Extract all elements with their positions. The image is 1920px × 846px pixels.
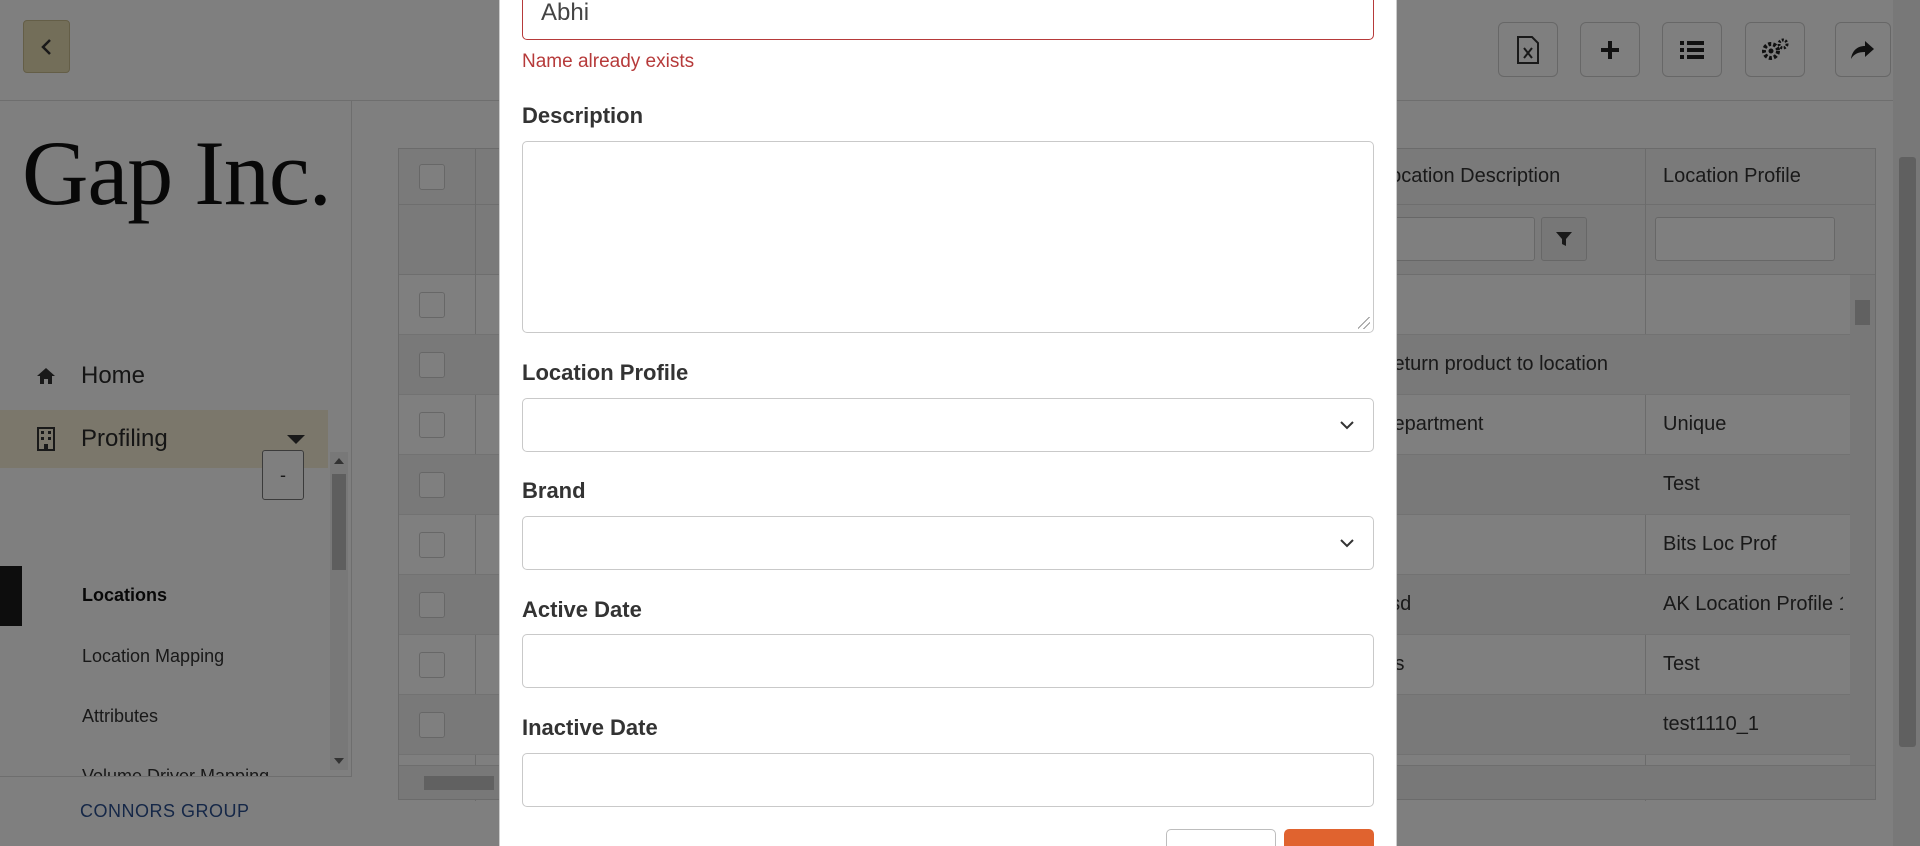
description-label: Description — [522, 103, 644, 128]
location-profile-select[interactable] — [522, 398, 1374, 452]
name-input[interactable]: Abhi — [522, 0, 1374, 40]
chevron-down-icon — [1340, 421, 1354, 430]
brand-select[interactable] — [522, 516, 1374, 570]
location-modal: Abhi Name already exists Description Loc… — [499, 0, 1397, 846]
name-error-message: Name already exists — [522, 51, 695, 72]
inactive-date-label: Inactive Date — [522, 715, 658, 740]
brand-label: Brand — [522, 478, 586, 503]
inactive-date-input[interactable] — [522, 753, 1374, 807]
location-profile-label: Location Profile — [522, 360, 689, 385]
active-date-label: Active Date — [522, 597, 642, 622]
cancel-button[interactable] — [1166, 829, 1276, 846]
chevron-down-icon — [1340, 539, 1354, 548]
resize-handle-icon[interactable] — [1358, 317, 1370, 329]
description-textarea[interactable] — [522, 141, 1374, 333]
active-date-input[interactable] — [522, 634, 1374, 688]
save-button[interactable] — [1284, 829, 1374, 846]
